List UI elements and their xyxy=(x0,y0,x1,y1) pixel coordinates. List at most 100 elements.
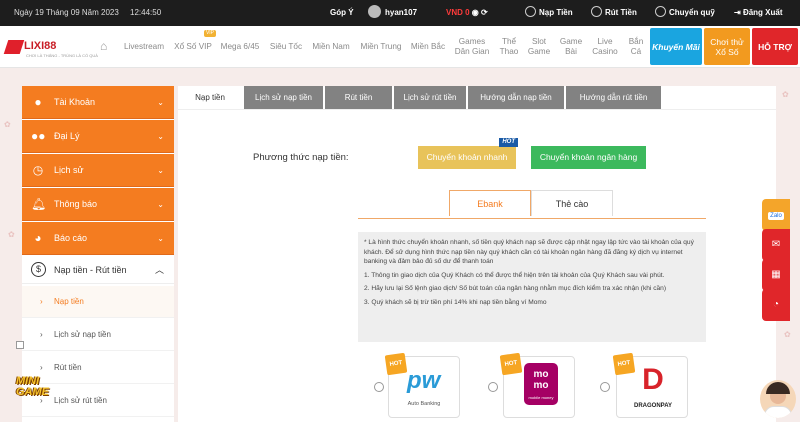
deposit-panel: Nạp tiền Lịch sử nạp tiền Rút tiền Lịch … xyxy=(178,86,776,422)
chevron-down-icon: ⌄ xyxy=(157,166,164,175)
cash-icon xyxy=(591,6,602,18)
home-icon[interactable]: ⌂ xyxy=(100,40,112,52)
avatar xyxy=(368,5,381,19)
sidebar-item-account[interactable]: ● Tài Khoản ⌄ xyxy=(22,86,174,119)
support-button[interactable]: HỖ TRỢ xyxy=(752,28,798,65)
sidebar-item-agent[interactable]: ●● Đại Lý ⌄ xyxy=(22,120,174,153)
blossom-decoration: ✿ xyxy=(8,230,15,239)
vip-badge: VIP xyxy=(203,30,216,37)
sidebar-sub-deposit-history[interactable]: › Lịch sử nạp tiền xyxy=(22,319,174,351)
tab-deposit-history[interactable]: Lịch sử nạp tiền xyxy=(244,86,323,109)
blossom-decoration: ✿ xyxy=(4,120,11,129)
blossom-decoration: ✿ xyxy=(784,330,791,339)
speed-icon[interactable]: ◔ xyxy=(762,289,790,321)
nav-ban-ca[interactable]: Bắn Cá xyxy=(624,26,648,68)
main-nav: LIXI88 CHƠI LÀ THẮNG - TRÚNG LÀ CÓ QUÀ ⌂… xyxy=(0,26,800,68)
logo-mark xyxy=(3,40,25,54)
fast-transfer-button[interactable]: Chuyển khoản nhanh HOT xyxy=(418,138,518,169)
chevron-up-icon: ︿ xyxy=(154,265,164,275)
nav-the-thao[interactable]: Thể Thao xyxy=(494,26,524,68)
method-label: Phương thức nạp tiền: xyxy=(253,152,349,163)
tab-withdraw-history[interactable]: Lịch sử rút tiền xyxy=(394,86,466,109)
top-bar: Ngày 19 Tháng 09 Năm 2023 12:44:50 Góp Ý… xyxy=(0,0,800,26)
dollar-icon: $ xyxy=(31,262,46,277)
free-play-button[interactable]: Chơi thử Xổ Số xyxy=(704,28,750,65)
provider-radio[interactable] xyxy=(374,382,384,392)
sidebar-item-history[interactable]: ◷ Lịch sử ⌄ xyxy=(22,154,174,187)
transfer-icon xyxy=(655,6,666,18)
provider-dragonpay[interactable]: HOT D DRAGONPAY xyxy=(612,352,688,418)
deposit-notice: * Là hình thức chuyển khoản nhanh, số ti… xyxy=(358,232,706,342)
provider-momo[interactable]: HOT mo mo mobile money xyxy=(499,352,592,418)
clock-text: 12:44:50 xyxy=(130,8,162,17)
nav-live-casino[interactable]: Live Casino xyxy=(590,26,620,68)
agent-body xyxy=(764,406,792,418)
broken-image-icon xyxy=(16,341,24,349)
sidebar-item-notifications[interactable]: 🔔︎ Thông báo ⌄ xyxy=(22,188,174,221)
dragonpay-logo: D xyxy=(642,363,664,396)
sidebar-item-reports[interactable]: ◕ Báo cáo ⌄ xyxy=(22,222,174,255)
nav-xoso-vip[interactable]: Xổ Số VIP VIP xyxy=(170,26,216,68)
wallet-icon xyxy=(525,6,536,18)
provider-name: Auto Banking xyxy=(407,401,441,407)
provider-radio[interactable] xyxy=(600,382,610,392)
promo-button[interactable]: Khuyến Mãi xyxy=(650,28,702,65)
mail-icon[interactable]: ✉ xyxy=(762,229,790,261)
provider-autobanking[interactable]: HOT pw Auto Banking xyxy=(384,352,460,418)
agent-hair xyxy=(766,382,790,394)
deposit-content: Phương thức nạp tiền: Chuyển khoản nhanh… xyxy=(178,109,776,422)
username: hyan107 xyxy=(385,8,418,17)
sidebar-sub-deposit[interactable]: › Nạp tiền xyxy=(22,286,174,318)
hot-badge: HOT xyxy=(499,138,518,147)
bell-icon: 🔔︎ xyxy=(31,197,47,211)
withdraw-link[interactable]: Rút Tiền xyxy=(591,0,637,26)
chevron-down-icon: ⌄ xyxy=(157,234,164,243)
bank-transfer-button[interactable]: Chuyển khoản ngân hàng xyxy=(531,146,646,169)
nav-livestream[interactable]: Livestream xyxy=(120,26,168,68)
nav-mega[interactable]: Mega 6/45 xyxy=(218,26,262,68)
tab-deposit[interactable]: Nạp tiền xyxy=(178,86,242,109)
provider-radio[interactable] xyxy=(488,382,498,392)
tab-withdraw-guide[interactable]: Hướng dẫn rút tiền xyxy=(566,86,661,109)
sidebar-item-deposit-withdraw[interactable]: $ Nạp tiền - Rút tiền ︿ xyxy=(22,256,174,284)
eye-icon[interactable]: ◉ xyxy=(472,8,479,17)
nav-mien-trung[interactable]: Miền Trung xyxy=(356,26,406,68)
feedback-link[interactable]: Góp Ý xyxy=(330,0,354,26)
hot-badge: HOT xyxy=(384,352,408,376)
history-icon: ◷ xyxy=(32,163,44,177)
chevron-right-icon: › xyxy=(40,297,43,306)
blossom-decoration: ✿ xyxy=(782,90,789,99)
provider-name: mobile money xyxy=(528,395,554,400)
tab-scratch-card[interactable]: Thẻ cào xyxy=(531,190,613,216)
chevron-right-icon: › xyxy=(40,330,43,339)
user-menu[interactable]: hyan107 xyxy=(368,0,417,26)
provider-name: DRAGONPAY xyxy=(633,403,672,409)
qr-icon[interactable]: ▦ xyxy=(762,259,790,291)
logout-link[interactable]: ⇥ Đăng Xuất xyxy=(734,0,783,26)
nav-games-dan-gian[interactable]: Games Dân Gian xyxy=(452,26,492,68)
nav-slot-game[interactable]: Slot Game xyxy=(525,26,553,68)
minigame-label: MINI GAME xyxy=(16,375,49,398)
tab-deposit-guide[interactable]: Hướng dẫn nạp tiền xyxy=(468,86,564,109)
chevron-down-icon: ⌄ xyxy=(157,200,164,209)
notice-item: 1. Thông tin giao dịch của Quý Khách có … xyxy=(364,271,665,279)
tab-withdraw[interactable]: Rút tiền xyxy=(325,86,392,109)
notice-intro: * Là hình thức chuyển khoản nhanh, số ti… xyxy=(364,239,694,265)
nav-mien-bac[interactable]: Miền Bắc xyxy=(407,26,449,68)
refresh-icon[interactable]: ⟳ xyxy=(481,8,488,17)
chevron-down-icon: ⌄ xyxy=(157,98,164,107)
transfer-link[interactable]: Chuyển quỹ xyxy=(655,0,715,26)
notice-item: 2. Hãy lưu lại Số lệnh giao dịch/ Số bút… xyxy=(364,285,667,292)
minigame-button[interactable]: MINI GAME xyxy=(16,362,70,402)
support-agent-avatar[interactable] xyxy=(760,380,796,418)
deposit-link[interactable]: Nạp Tiền xyxy=(525,0,573,26)
nav-game-bai[interactable]: Game Bài xyxy=(556,26,586,68)
tab-ebank[interactable]: Ebank xyxy=(449,190,531,216)
nav-mien-nam[interactable]: Miền Nam xyxy=(308,26,354,68)
zalo-button[interactable]: Zalo xyxy=(762,199,790,231)
subtab-divider xyxy=(358,218,706,219)
nav-sieu-toc[interactable]: Siêu Tốc xyxy=(264,26,308,68)
pie-chart-icon: ◕ xyxy=(34,231,42,245)
momo-logo-text: mo mo xyxy=(533,369,592,391)
logout-icon: ⇥ xyxy=(734,8,743,17)
